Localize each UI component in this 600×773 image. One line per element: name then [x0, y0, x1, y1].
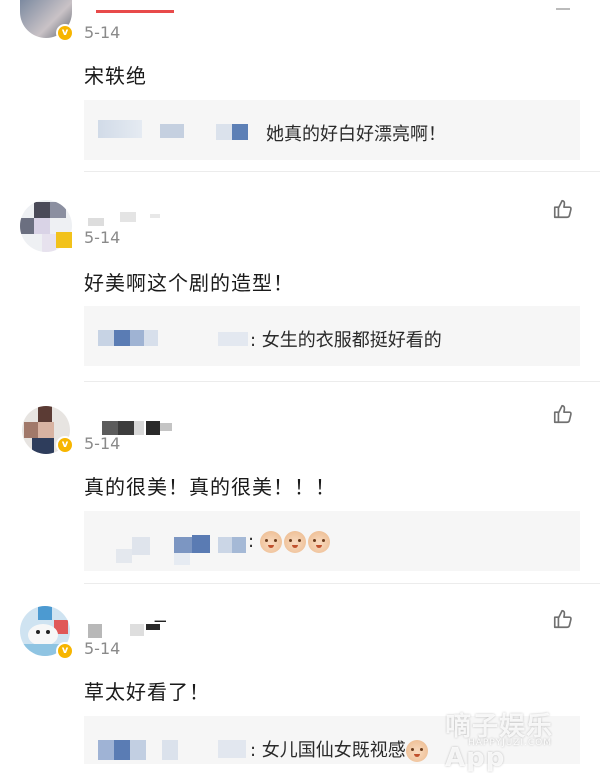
reply-content: 女生的衣服都挺好看的 [261, 330, 442, 351]
comment-text: 真的很美！真的很美！！！ [84, 475, 336, 499]
reply-username-blur [160, 124, 184, 138]
divider [84, 381, 600, 382]
like-icon[interactable] [552, 403, 574, 425]
comment-text: 好美啊这个剧的造型！ [84, 271, 294, 295]
reply-username-blur [130, 740, 146, 760]
reply-username-blur [216, 124, 232, 140]
verified-badge-icon: v [56, 24, 74, 42]
verified-badge-icon: v [56, 642, 74, 660]
monkey-emoji-icon [307, 531, 330, 553]
monkey-emoji-icon [259, 531, 282, 553]
gold-square-icon [56, 232, 72, 248]
reply-box[interactable]: : [84, 511, 580, 571]
reply-username-blur [232, 537, 246, 553]
reply-username-blur [218, 537, 232, 553]
divider [84, 583, 600, 584]
reply-username-blur [98, 330, 114, 346]
top-accent-bar [96, 10, 174, 13]
reply-text: : 女生的衣服都挺好看的 [250, 330, 442, 351]
reply-username-blur [130, 330, 144, 346]
monkey-emoji-icon [283, 531, 306, 553]
reply-username-blur [114, 740, 130, 760]
watermark-url: HAPPYJUZI.COM [468, 738, 552, 748]
reply-username-blur [218, 740, 246, 758]
username-blur[interactable] [102, 421, 118, 435]
reply-username-blur [132, 537, 150, 555]
reply-username-blur [98, 740, 114, 760]
reply-text: : [248, 531, 332, 553]
reply-username-blur [116, 549, 132, 563]
divider [84, 171, 600, 172]
reply-username-blur [174, 537, 192, 553]
monkey-emoji-icon [405, 740, 428, 762]
like-icon[interactable] [552, 608, 574, 630]
comment-text: 宋轶绝 [84, 64, 147, 88]
username-blur [150, 214, 160, 218]
reply-box[interactable]: : 女生的衣服都挺好看的 [84, 306, 580, 366]
comment-date: 5-14 [84, 228, 121, 247]
comment-date: 5-14 [84, 434, 121, 453]
like-icon[interactable] [552, 198, 574, 220]
username-blur [118, 421, 134, 435]
reply-box[interactable]: 她真的好白好漂亮啊！ [84, 100, 580, 160]
reply-username-blur [162, 740, 178, 760]
verified-badge-icon: v [56, 436, 74, 454]
username-blur [130, 624, 144, 636]
reply-text: : 女儿国仙女既视感 [250, 736, 430, 762]
username-blur [146, 624, 160, 630]
reply-username-blur [232, 124, 248, 140]
reply-username-blur [98, 120, 142, 138]
reply-username-blur [144, 330, 158, 346]
comment-date: 5-14 [84, 639, 121, 658]
username-blur[interactable] [88, 624, 102, 638]
username-blur: ̶ [166, 612, 180, 630]
username-blur [134, 421, 144, 435]
reply-username-blur [192, 535, 210, 553]
comment-date: 5-14 [84, 23, 121, 42]
reply-username-blur [218, 332, 248, 346]
username-blur [146, 421, 160, 435]
top-right-fragment [556, 8, 570, 18]
username-blur [160, 423, 172, 431]
username-blur [120, 212, 136, 222]
reply-username-blur [174, 553, 190, 565]
reply-text: 她真的好白好漂亮啊！ [266, 124, 446, 145]
comment-text: 草太好看了！ [84, 680, 210, 704]
reply-content: 女儿国仙女既视感 [261, 740, 406, 761]
username-blur[interactable] [88, 218, 104, 226]
reply-username-blur [114, 330, 130, 346]
